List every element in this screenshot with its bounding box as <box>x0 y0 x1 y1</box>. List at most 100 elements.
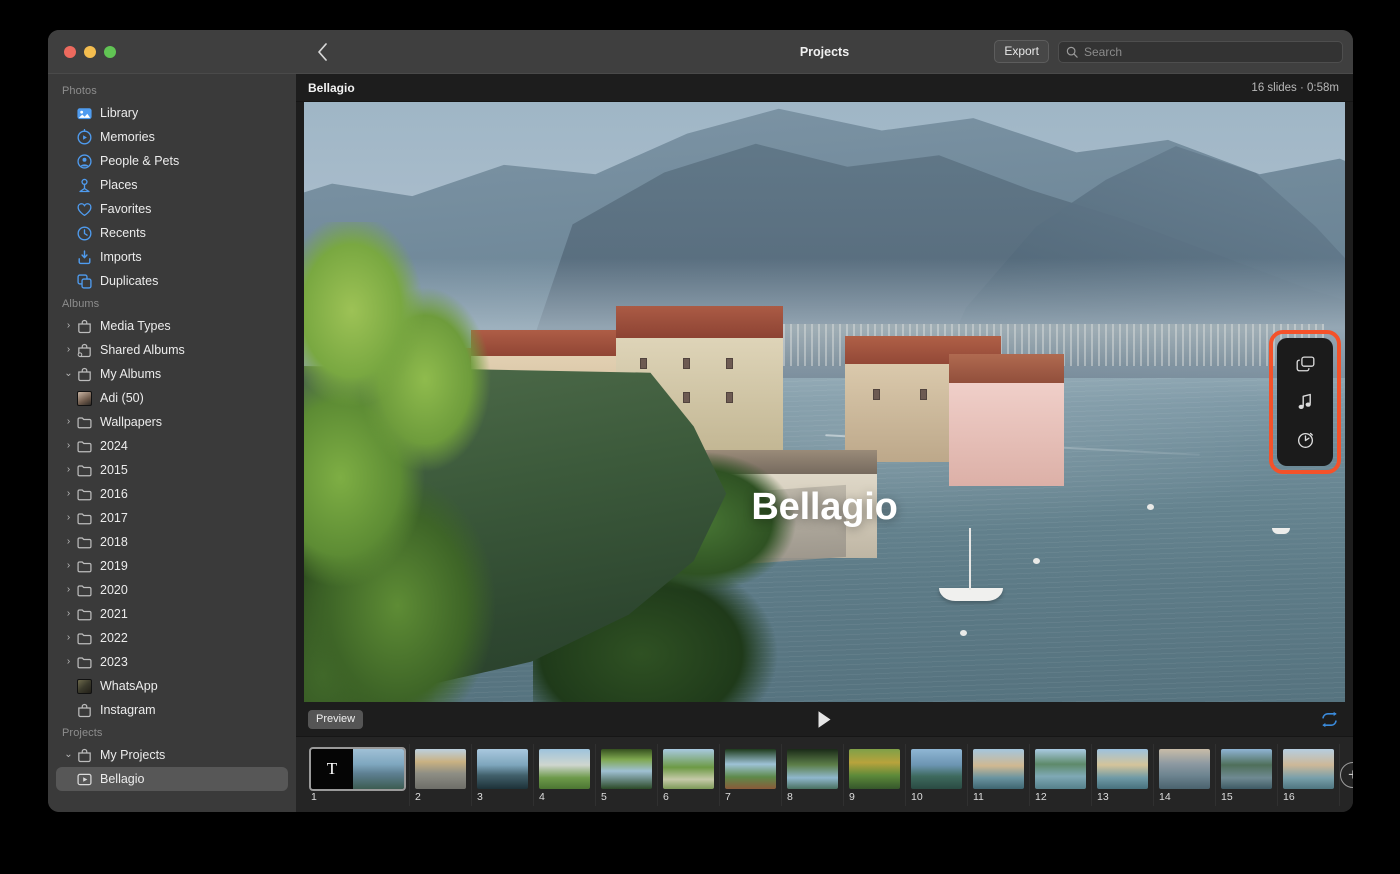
filmstrip-slide[interactable]: 14 <box>1154 743 1216 806</box>
filmstrip-slide[interactable]: 12 <box>1030 743 1092 806</box>
back-button[interactable] <box>308 39 336 65</box>
play-button[interactable] <box>814 707 836 731</box>
disclosure-collapsed-icon[interactable]: › <box>62 633 75 643</box>
sidebar-item-2019[interactable]: › 2019 <box>56 554 288 578</box>
slide-filmstrip[interactable]: T 1 2 3 4 5 6 7 8 9 10 11 12 13 14 15 16 <box>296 736 1353 812</box>
disclosure-collapsed-icon[interactable]: › <box>62 657 75 667</box>
sidebar-item-2021[interactable]: › 2021 <box>56 602 288 626</box>
disclosure-expanded-icon[interactable]: ⌄ <box>62 369 75 379</box>
chevron-left-icon <box>317 42 327 61</box>
slide-number: 12 <box>1035 790 1047 803</box>
sidebar-item-label: Favorites <box>100 202 152 216</box>
filmstrip-slide[interactable]: 7 <box>720 743 782 806</box>
filmstrip-slide[interactable]: 3 <box>472 743 534 806</box>
main-content: Projects Export Search Bellagio 16 slide… <box>296 30 1353 812</box>
slideshow-icon <box>76 773 92 785</box>
minimize-button[interactable] <box>84 45 96 58</box>
sidebar-section-header: Photos <box>62 85 97 97</box>
filmstrip-slide[interactable]: 10 <box>906 743 968 806</box>
loop-button[interactable] <box>1320 711 1339 728</box>
sidebar-item-2015[interactable]: › 2015 <box>56 458 288 482</box>
folder-icon <box>76 632 92 644</box>
disclosure-collapsed-icon[interactable]: › <box>62 537 75 547</box>
add-slide-button[interactable]: + <box>1340 761 1353 788</box>
slide-thumbnail-image <box>601 748 652 789</box>
sidebar-item-recents[interactable]: › Recents <box>56 221 288 245</box>
sidebar-item-instagram[interactable]: › Instagram <box>56 698 288 722</box>
sidebar-item-people-pets[interactable]: › People & Pets <box>56 149 288 173</box>
duration-button[interactable] <box>1290 424 1320 454</box>
slide-thumbnail <box>911 748 962 789</box>
filmstrip-slide[interactable]: T 1 <box>306 743 410 806</box>
disclosure-collapsed-icon[interactable]: › <box>62 321 75 331</box>
sidebar-item-my-albums[interactable]: ⌄ My Albums <box>56 362 288 386</box>
duplicates-icon <box>76 273 92 289</box>
sidebar-item-label: 2019 <box>100 559 128 573</box>
slideshow-theme-icon <box>1296 356 1314 372</box>
filmstrip-slide[interactable]: 4 <box>534 743 596 806</box>
folder-icon <box>75 534 93 551</box>
sidebar-item-adi-50[interactable]: ›Adi (50) <box>56 386 288 410</box>
disclosure-collapsed-icon[interactable]: › <box>62 561 75 571</box>
duplicates-icon <box>75 273 93 290</box>
disclosure-expanded-icon[interactable]: ⌄ <box>62 750 75 760</box>
filmstrip-slide[interactable]: 5 <box>596 743 658 806</box>
inspector-panel <box>1277 338 1333 466</box>
sidebar-item-memories[interactable]: › Memories <box>56 125 288 149</box>
sidebar-item-whatsapp[interactable]: ›WhatsApp <box>56 674 288 698</box>
slide-canvas[interactable]: Bellagio <box>304 102 1345 702</box>
sidebar-item-2018[interactable]: › 2018 <box>56 530 288 554</box>
sidebar-item-duplicates[interactable]: › Duplicates <box>56 269 288 293</box>
sidebar-item-bellagio[interactable]: › Bellagio <box>56 767 288 791</box>
sidebar-item-media-types[interactable]: › Media Types <box>56 314 288 338</box>
sidebar-item-imports[interactable]: › Imports <box>56 245 288 269</box>
zoom-button[interactable] <box>104 45 116 58</box>
disclosure-collapsed-icon[interactable]: › <box>62 465 75 475</box>
export-button[interactable]: Export <box>994 40 1049 63</box>
sidebar-item-2017[interactable]: › 2017 <box>56 506 288 530</box>
sidebar-item-2024[interactable]: › 2024 <box>56 434 288 458</box>
sidebar-item-2016[interactable]: › 2016 <box>56 482 288 506</box>
disclosure-collapsed-icon[interactable]: › <box>62 489 75 499</box>
sidebar-item-label: My Albums <box>100 367 162 381</box>
toolbar-actions: Export Search <box>994 40 1343 63</box>
music-button[interactable] <box>1290 387 1320 417</box>
filmstrip-slide[interactable]: 16 <box>1278 743 1340 806</box>
album-bag-icon <box>77 703 91 717</box>
filmstrip-slide[interactable]: 8 <box>782 743 844 806</box>
slide-thumbnail-image <box>787 748 838 789</box>
sidebar-item-wallpapers[interactable]: › Wallpapers <box>56 410 288 434</box>
slide-number: 15 <box>1221 790 1233 803</box>
sidebar-item-my-projects[interactable]: ⌄ My Projects <box>56 743 288 767</box>
disclosure-collapsed-icon[interactable]: › <box>62 441 75 451</box>
sidebar-item-places[interactable]: › Places <box>56 173 288 197</box>
slideshow-theme-button[interactable] <box>1290 350 1320 380</box>
filmstrip-slide[interactable]: 11 <box>968 743 1030 806</box>
sidebar-item-shared-albums[interactable]: › Shared Albums <box>56 338 288 362</box>
buoy <box>1032 558 1040 564</box>
disclosure-collapsed-icon[interactable]: › <box>62 345 75 355</box>
sidebar-item-2020[interactable]: › 2020 <box>56 578 288 602</box>
slide-thumbnail <box>1221 748 1272 789</box>
filmstrip-slide[interactable]: 6 <box>658 743 720 806</box>
sidebar-item-library[interactable]: › Library <box>56 101 288 125</box>
sidebar-item-2023[interactable]: › 2023 <box>56 650 288 674</box>
sidebar-item-2022[interactable]: › 2022 <box>56 626 288 650</box>
filmstrip-slide[interactable]: 2 <box>410 743 472 806</box>
disclosure-collapsed-icon[interactable]: › <box>62 585 75 595</box>
disclosure-collapsed-icon[interactable]: › <box>62 609 75 619</box>
sidebar-list[interactable]: Photos › Library› Memories› People & Pets… <box>48 74 296 812</box>
folder-icon <box>76 608 92 620</box>
folder-icon <box>75 654 93 671</box>
preview-button[interactable]: Preview <box>308 709 364 729</box>
search-field[interactable]: Search <box>1058 40 1343 63</box>
disclosure-collapsed-icon[interactable]: › <box>62 417 75 427</box>
filmstrip-slide[interactable]: 15 <box>1216 743 1278 806</box>
sidebar-item-label: 2020 <box>100 583 128 597</box>
disclosure-collapsed-icon[interactable]: › <box>62 513 75 523</box>
filmstrip-slide[interactable]: 13 <box>1092 743 1154 806</box>
slide-number: 13 <box>1097 790 1109 803</box>
filmstrip-slide[interactable]: 9 <box>844 743 906 806</box>
sidebar-item-favorites[interactable]: ›Favorites <box>56 197 288 221</box>
close-button[interactable] <box>64 45 76 58</box>
